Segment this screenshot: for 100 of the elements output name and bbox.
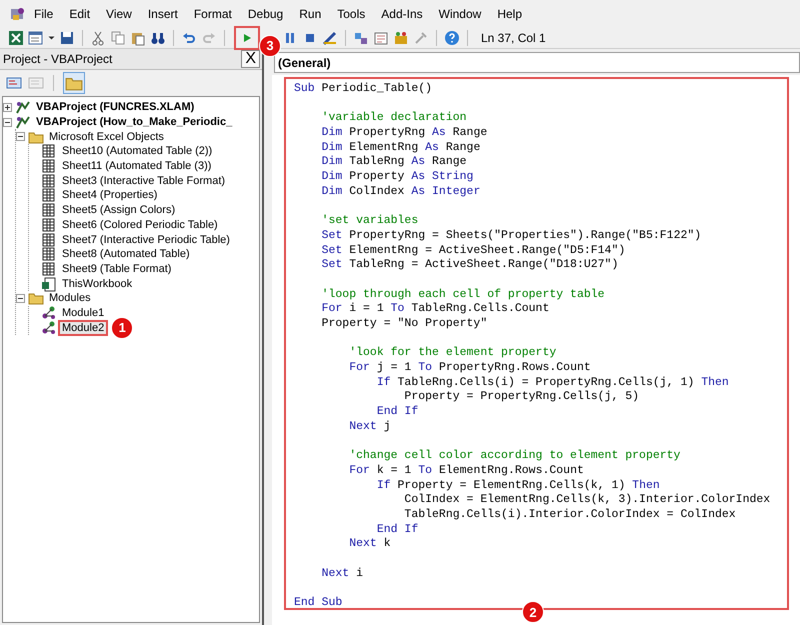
run-icon — [241, 32, 253, 44]
view-code-button[interactable] — [6, 75, 22, 91]
code-line: Dim ColIndex As Integer — [320, 184, 482, 200]
sheet-icon — [41, 246, 57, 262]
collapse-icon[interactable] — [3, 118, 12, 127]
tree-item[interactable]: Module1 — [60, 306, 106, 319]
sheet-icon — [41, 143, 57, 160]
sheet-icon — [41, 260, 57, 277]
tree-item[interactable]: Sheet9 (Table Format) — [60, 262, 174, 275]
tree-item[interactable]: Sheet8 (Automated Table) — [60, 248, 192, 260]
menu-item[interactable]: Insert — [140, 6, 186, 20]
module-icon — [41, 320, 57, 336]
menu-item[interactable]: Format — [186, 6, 240, 20]
code-line: Next k — [348, 537, 392, 552]
sheet-icon — [41, 172, 57, 189]
code-line: For k = 1 To ElementRng.Rows.Count — [348, 464, 585, 479]
cursor-position: Ln 37, Col 1 — [481, 30, 546, 44]
code-line: Property = PropertyRng.Cells(j, 5) — [403, 390, 640, 406]
expand-icon[interactable] — [3, 102, 12, 112]
code-line: Dim TableRng As Range — [320, 155, 468, 170]
code-line: If TableRng.Cells(i) = PropertyRng.Cells(j, 1) Then — [376, 376, 730, 390]
workbook-icon — [41, 276, 57, 292]
code-line: 'variable declaration — [320, 111, 468, 126]
save-icon — [59, 30, 75, 46]
menu-item[interactable]: Run — [291, 6, 330, 20]
code-line: End If — [376, 405, 420, 420]
collapse-icon[interactable] — [16, 294, 25, 303]
cut-button[interactable] — [90, 30, 106, 46]
code-line: For j = 1 To PropertyRng.Rows.Count — [348, 361, 592, 376]
dropdown-button[interactable] — [48, 36, 55, 40]
code-line: ColIndex = ElementRng.Cells(k, 3).Interior.ColorIndex — [403, 493, 772, 508]
panel-title: Project - VBAProject — [3, 52, 112, 66]
module-icon — [41, 304, 57, 321]
toolbox-icon — [393, 30, 409, 46]
menu-item[interactable]: File — [26, 6, 62, 20]
vba-app-icon — [10, 6, 26, 22]
code-line: 'change cell color according to element property — [348, 449, 682, 464]
tree-item[interactable]: Sheet11 (Automated Table (3)) — [60, 160, 214, 172]
cut-icon — [90, 30, 106, 46]
code-line: End Sub — [294, 596, 344, 611]
code-line: If Property = ElementRng.Cells(k, 1) Then — [376, 478, 661, 494]
properties-button[interactable] — [373, 30, 389, 46]
tree-item[interactable]: Modules — [47, 292, 93, 304]
view-code-icon — [6, 75, 22, 91]
tree-item[interactable]: Microsoft Excel Objects — [47, 130, 166, 143]
project-icon — [15, 99, 31, 116]
excel-button[interactable] — [8, 30, 24, 46]
tree-item[interactable]: Sheet6 (Colored Periodic Table) — [60, 218, 220, 231]
tools-icon — [413, 30, 429, 46]
tree-item[interactable]: VBAProject (How_to_Make_Periodic_ — [34, 116, 234, 128]
tree-item[interactable]: Sheet5 (Assign Colors) — [60, 204, 178, 216]
run-button[interactable] — [234, 26, 260, 50]
collapse-icon[interactable] — [16, 132, 25, 142]
code-line: Dim Property As String — [320, 170, 474, 185]
toggle-folders-button[interactable] — [63, 72, 85, 94]
menu-item[interactable]: Edit — [61, 6, 98, 20]
properties-icon — [373, 30, 389, 46]
sheet-icon — [41, 202, 57, 218]
tree-item[interactable]: ThisWorkbook — [60, 278, 134, 290]
code-line: 'set variables — [320, 214, 420, 229]
code-line: Next i — [320, 566, 364, 582]
callout-badge: 2 — [522, 601, 544, 623]
code-line: Dim ElementRng As Range — [320, 140, 482, 156]
code-line: Next j — [348, 420, 392, 434]
close-button[interactable]: X — [241, 50, 260, 68]
menu-item[interactable]: Debug — [240, 6, 292, 20]
code-line: Dim PropertyRng As Range — [320, 126, 488, 141]
tree-item[interactable]: VBAProject (FUNCRES.XLAM) — [34, 101, 196, 114]
code-line: TableRng.Cells(i).Interior.ColorIndex = ColIndex — [403, 508, 737, 523]
save-button[interactable] — [59, 30, 75, 46]
design-mode-button[interactable] — [322, 30, 338, 46]
code-line: 'loop through each cell of property table — [320, 288, 606, 302]
tree-item[interactable]: Module2 — [60, 322, 106, 334]
sheet-icon — [41, 187, 57, 204]
menu-item[interactable]: Add-Ins — [373, 6, 431, 20]
menu-item[interactable]: Help — [489, 6, 530, 20]
project-icon — [15, 114, 31, 130]
menu-item[interactable]: View — [98, 6, 140, 20]
dropdown-icon — [48, 36, 55, 40]
form-button[interactable] — [28, 30, 44, 46]
sheet-icon — [41, 232, 57, 248]
code-line: Property = "No Property" — [320, 317, 488, 332]
code-line: 'look for the element property — [348, 346, 558, 362]
code-line: Set ElementRng = ActiveSheet.Range("D5:F14") — [320, 244, 626, 258]
callout-badge: 1 — [111, 316, 134, 339]
tree-item[interactable]: Sheet4 (Properties) — [60, 189, 160, 202]
code-line: For i = 1 To TableRng.Cells.Count — [320, 302, 550, 317]
view-object-icon — [28, 75, 44, 91]
sheet-icon — [41, 158, 57, 174]
code-line: Sub Periodic_Table() — [294, 82, 434, 97]
tree-item[interactable]: Sheet7 (Interactive Periodic Table) — [60, 234, 232, 246]
tree-item[interactable]: Sheet10 (Automated Table (2)) — [60, 145, 214, 158]
menu-item[interactable]: Window — [430, 6, 490, 20]
toolbox-button[interactable] — [393, 30, 409, 46]
tree-item[interactable]: Sheet3 (Interactive Table Format) — [60, 174, 228, 187]
object-dropdown[interactable]: (General) — [274, 52, 800, 73]
copy-button[interactable] — [110, 30, 126, 46]
copy-icon — [110, 30, 126, 46]
menu-item[interactable]: Tools — [329, 6, 374, 20]
code-line: Set PropertyRng = Sheets("Properties").Range("B5:F122") — [320, 228, 702, 244]
